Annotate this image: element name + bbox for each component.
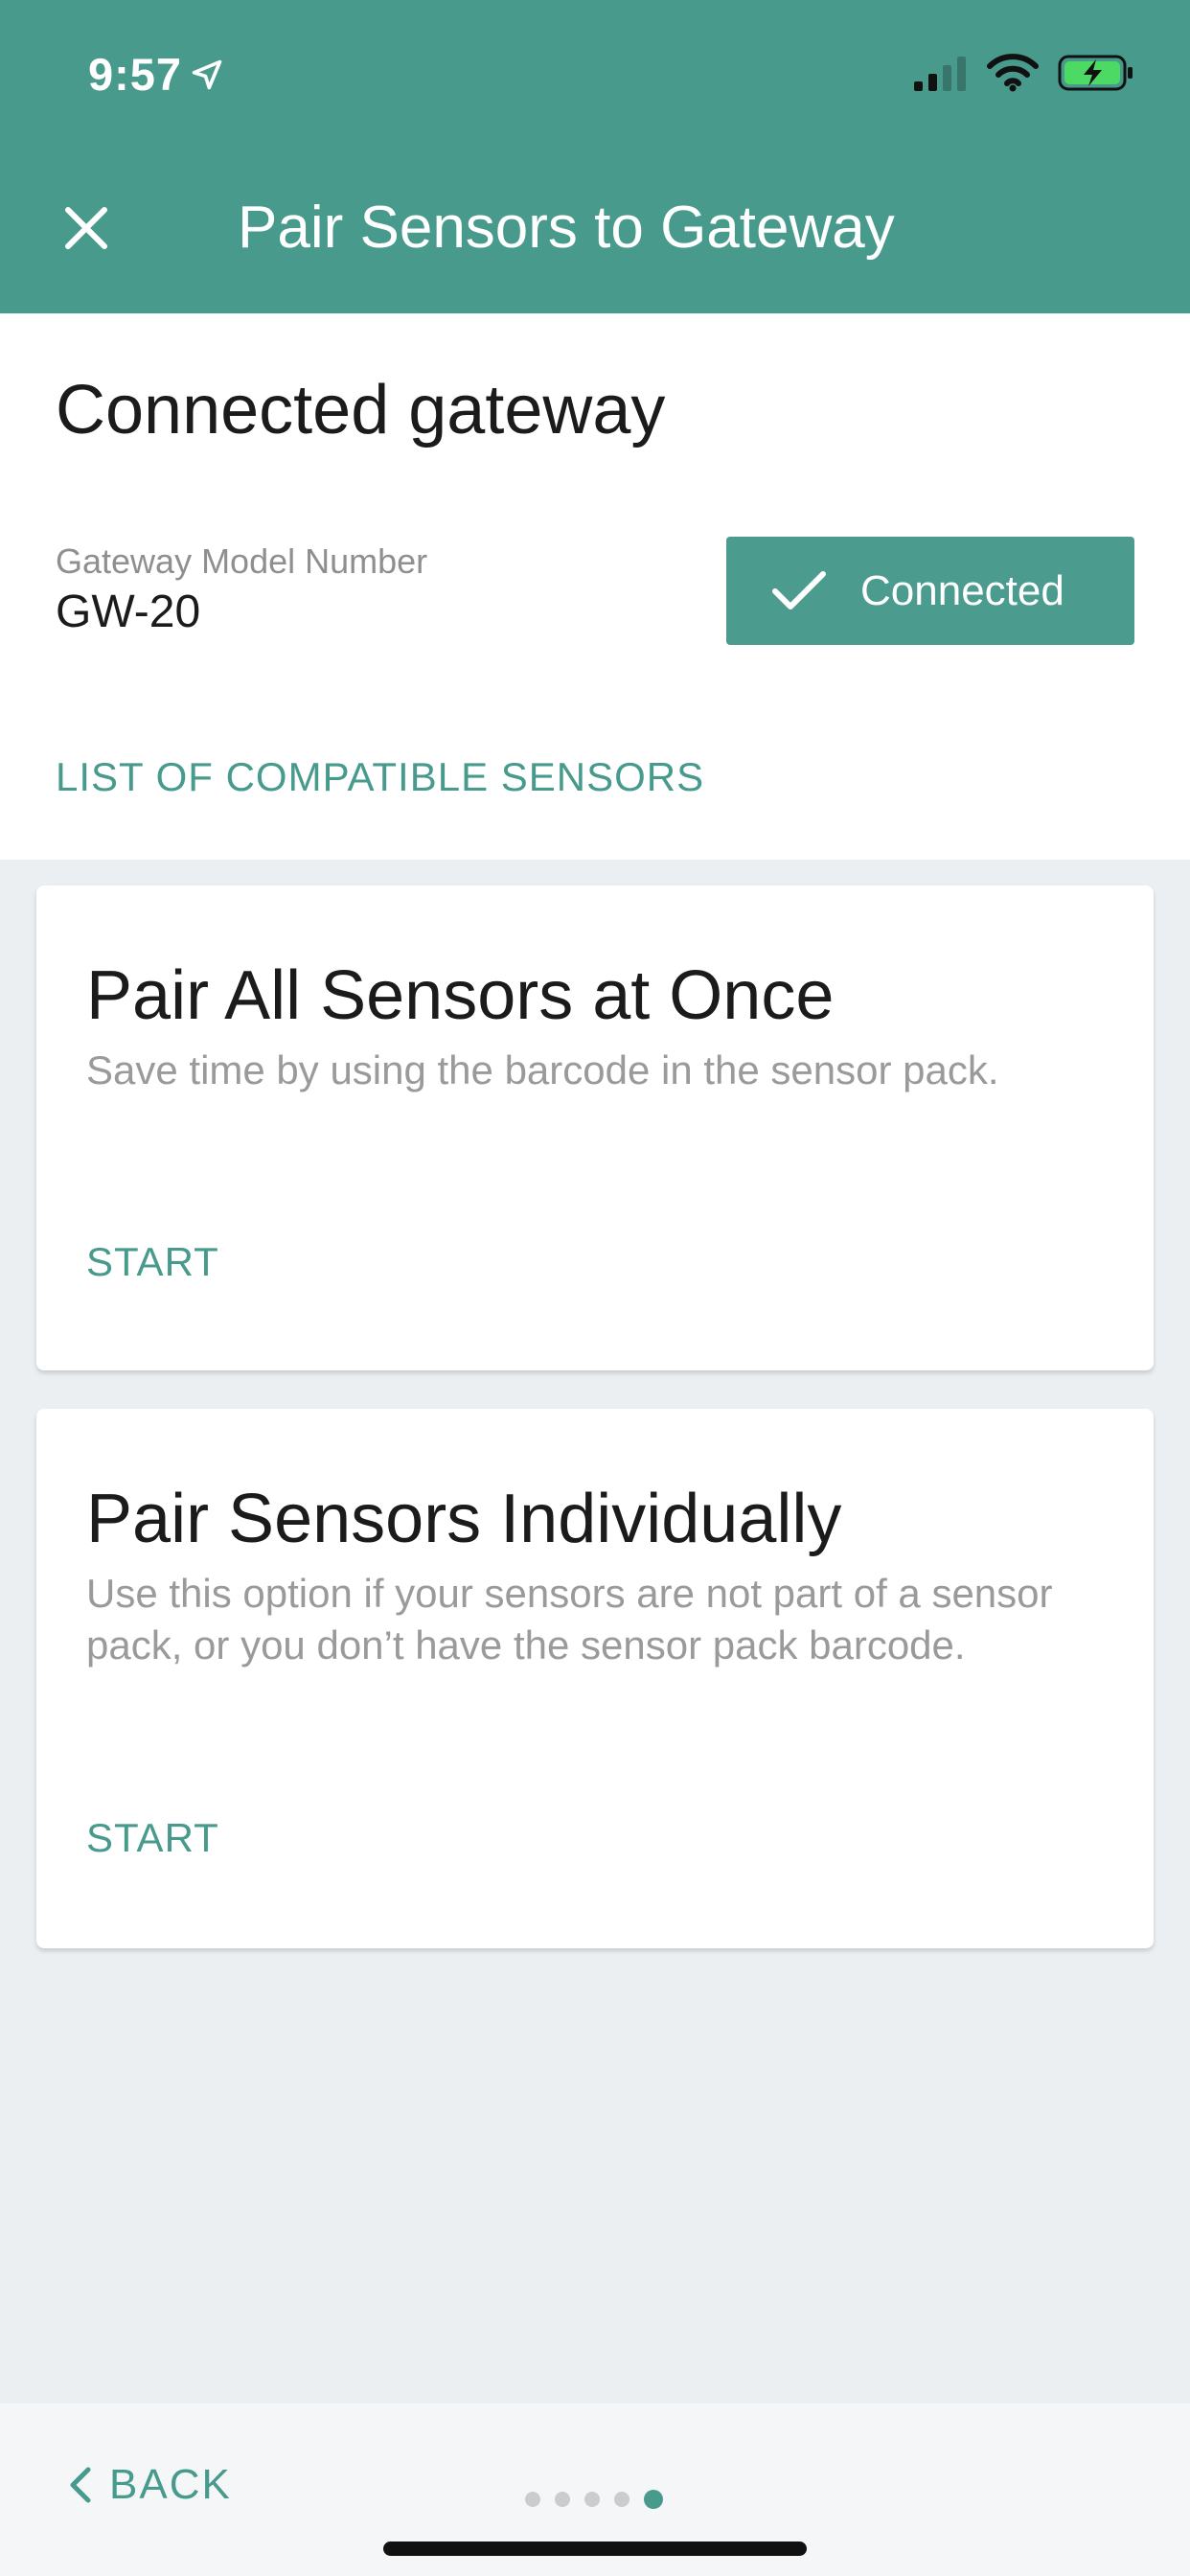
page-dot: [525, 2492, 540, 2507]
status-bar-icons: [914, 54, 1134, 92]
section-title: Connected gateway: [56, 372, 666, 448]
card-description: Use this option if your sensors are not …: [86, 1571, 1053, 1668]
connected-gateway-section: Connected gateway Gateway Model Number G…: [0, 313, 1190, 860]
page-dot: [644, 2490, 663, 2509]
pair-all-start-button[interactable]: START: [86, 1239, 219, 1285]
page-dot: [614, 2492, 629, 2507]
pair-individually-start-button[interactable]: START: [86, 1815, 219, 1861]
card-title: Pair Sensors Individually: [86, 1481, 842, 1557]
location-arrow-icon: [192, 59, 222, 89]
battery-charging-icon: [1058, 55, 1133, 91]
status-bar-time: 9:57: [88, 48, 224, 101]
cellular-signal-icon: [914, 57, 966, 91]
back-label: BACK: [109, 2461, 232, 2508]
pair-all-sensors-card: Pair All Sensors at Once Save time by us…: [36, 886, 1154, 1370]
page-indicator: [525, 2490, 663, 2509]
status-time-text: 9:57: [88, 49, 183, 100]
back-button[interactable]: BACK: [67, 2461, 232, 2509]
wifi-icon: [987, 54, 1039, 92]
close-button[interactable]: [50, 192, 123, 264]
compatible-sensors-link[interactable]: LIST OF COMPATIBLE SENSORS: [56, 754, 704, 800]
connected-status-badge: Connected: [726, 537, 1134, 645]
chevron-left-icon: [70, 2467, 91, 2503]
card-description: Save time by using the barcode in the se…: [86, 1047, 999, 1092]
gateway-model-label: Gateway Model Number: [56, 541, 428, 581]
page-title: Pair Sensors to Gateway: [238, 195, 895, 261]
card-title: Pair All Sensors at Once: [86, 957, 835, 1034]
checkmark-icon: [772, 570, 826, 610]
app-header: 9:57 Pair Sensors to Gateway: [0, 0, 1190, 313]
page-dot: [555, 2492, 570, 2507]
page-dot: [584, 2492, 600, 2507]
home-indicator: [383, 2542, 807, 2556]
gateway-model-value: GW-20: [56, 586, 201, 637]
close-icon: [65, 207, 107, 249]
footer-bar: BACK: [0, 2404, 1190, 2576]
pair-individually-card: Pair Sensors Individually Use this optio…: [36, 1409, 1154, 1948]
connected-status-label: Connected: [860, 566, 1064, 614]
